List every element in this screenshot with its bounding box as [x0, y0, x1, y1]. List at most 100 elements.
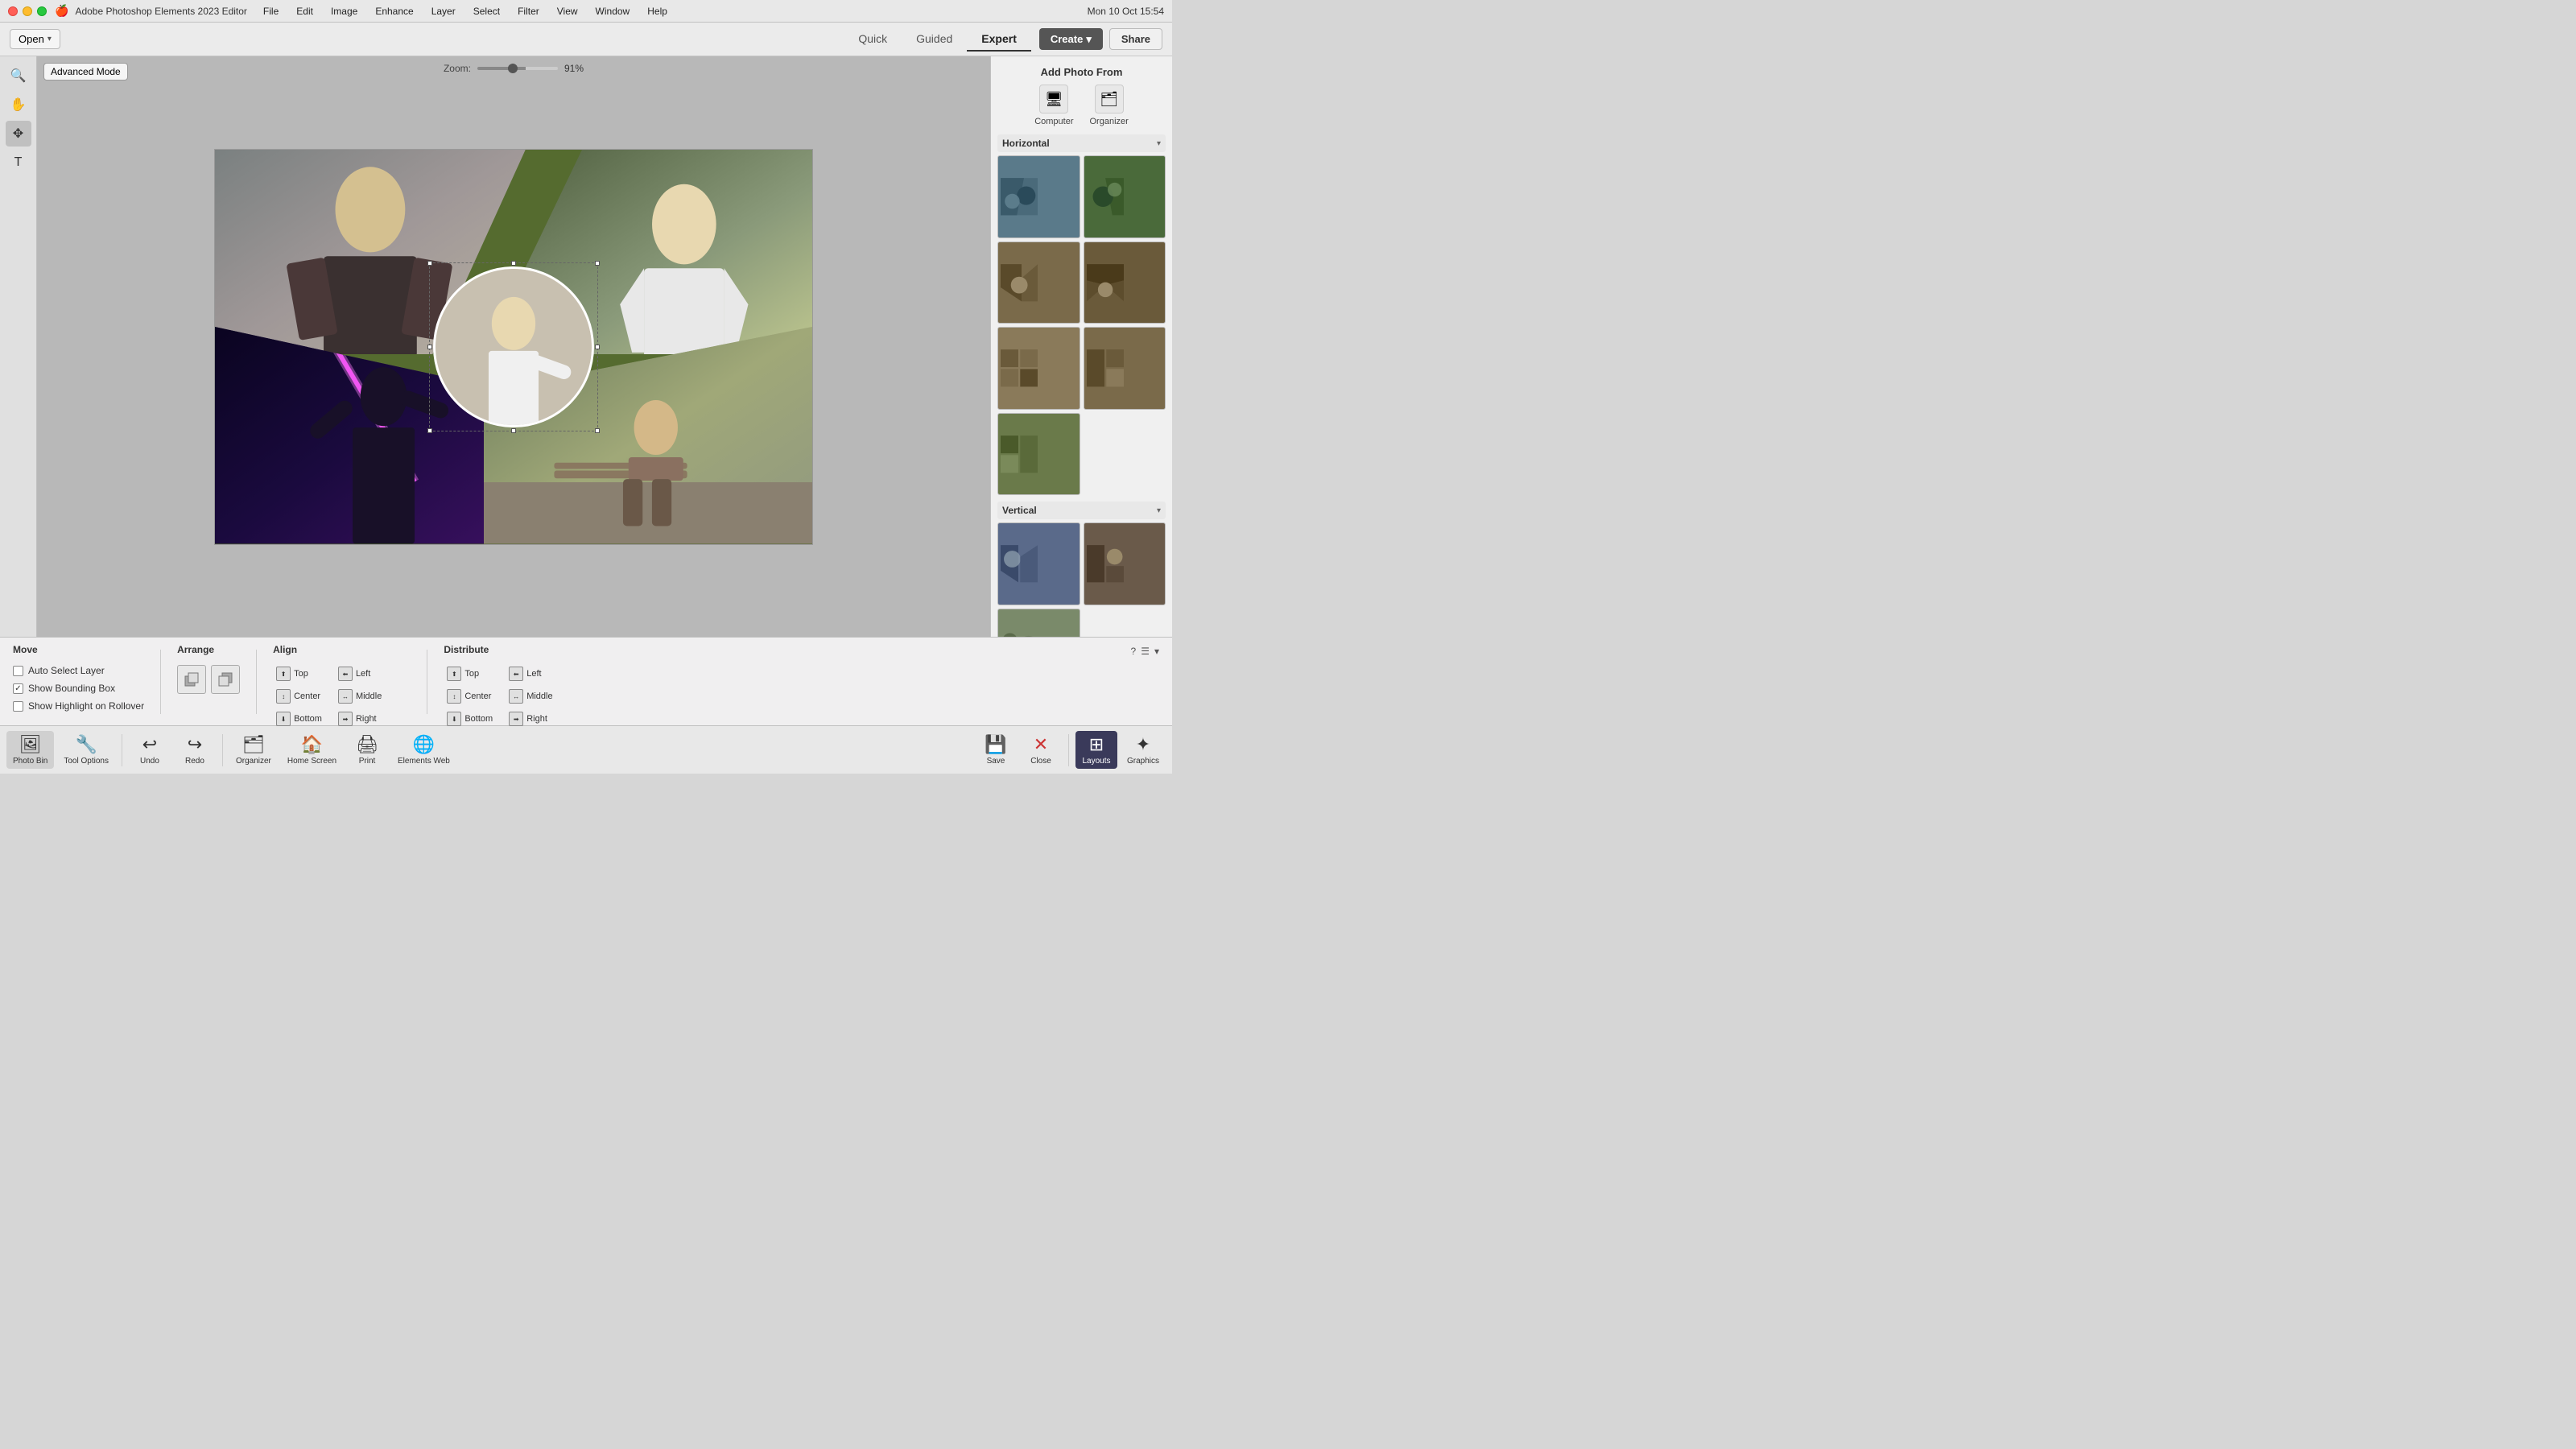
show-highlight-rollover-label: Show Highlight on Rollover	[28, 700, 144, 712]
dist-bottom-button[interactable]: ⬇ Bottom	[444, 710, 496, 728]
create-button[interactable]: Create ▾	[1039, 28, 1103, 50]
align-top-button[interactable]: ⬆ Top	[273, 665, 325, 683]
photo-canvas	[214, 149, 813, 545]
elements-web-button[interactable]: 🌐 Elements Web	[391, 731, 456, 769]
collage-section-center[interactable]	[433, 266, 594, 427]
main-toolbar: Open ▾ Quick Guided Expert Create ▾ Shar…	[0, 23, 1172, 56]
print-button[interactable]: 🖨 Print	[346, 731, 388, 769]
align-bottom-button[interactable]: ⬇ Bottom	[273, 710, 325, 728]
auto-select-layer-checkbox[interactable]	[13, 666, 23, 676]
align-left-button[interactable]: ⬅ Left	[335, 665, 385, 683]
layout-thumb-v3[interactable]	[997, 609, 1080, 638]
home-screen-icon: 🏠	[301, 734, 323, 755]
dist-top-button[interactable]: ⬆ Top	[444, 665, 496, 683]
maximize-window-button[interactable]	[37, 6, 47, 16]
tool-options-button[interactable]: 🔧 Tool Options	[57, 731, 115, 769]
dock-separator-2	[222, 734, 223, 766]
menu-layer[interactable]: Layer	[428, 4, 459, 19]
zoom-tool-button[interactable]: 🔍	[6, 63, 31, 89]
show-bounding-box-label: Show Bounding Box	[28, 683, 115, 694]
menu-help[interactable]: Help	[644, 4, 671, 19]
zoom-slider[interactable]	[477, 67, 558, 70]
menu-enhance[interactable]: Enhance	[372, 4, 416, 19]
hand-tool-button[interactable]: ✋	[6, 92, 31, 118]
open-button[interactable]: Open ▾	[10, 29, 60, 49]
align-right-icon: ➡	[338, 712, 353, 726]
home-screen-button[interactable]: 🏠 Home Screen	[281, 731, 343, 769]
align-right-button[interactable]: ➡ Right	[335, 710, 385, 728]
vertical-chevron-icon: ▾	[1157, 506, 1161, 515]
dist-middle-icon: ↔	[509, 689, 523, 704]
layout-thumb-4[interactable]	[1084, 242, 1166, 324]
layout-thumb-7[interactable]	[997, 413, 1080, 496]
dist-middle-button[interactable]: ↔ Middle	[506, 687, 555, 705]
layout-thumb-v2[interactable]	[1084, 522, 1166, 605]
show-bounding-box-checkbox[interactable]: ✓	[13, 683, 23, 694]
arrange-bring-front-button[interactable]	[177, 665, 206, 694]
align-center-v-button[interactable]: ↕ Center	[273, 687, 325, 705]
align-center-v-icon: ↕	[276, 689, 291, 704]
layouts-button[interactable]: ⊞ Layouts	[1075, 731, 1117, 769]
dist-center-button[interactable]: ↕ Center	[444, 687, 496, 705]
layout-thumb-1[interactable]	[997, 155, 1080, 238]
distribute-title: Distribute	[444, 644, 581, 655]
align-left-icon: ⬅	[338, 667, 353, 681]
minimize-window-button[interactable]	[23, 6, 32, 16]
organizer-icon: 🗂	[1095, 85, 1124, 114]
advanced-mode-button[interactable]: Advanced Mode	[43, 63, 128, 80]
close-button[interactable]: ✕ Close	[1020, 731, 1062, 769]
tab-guided[interactable]: Guided	[902, 27, 967, 52]
show-highlight-rollover-checkbox[interactable]	[13, 701, 23, 712]
layout-thumb-5[interactable]	[997, 327, 1080, 410]
horizontal-section-header[interactable]: Horizontal ▾	[997, 134, 1166, 152]
photo-bin-button[interactable]: 🖼 Photo Bin	[6, 731, 54, 769]
redo-button[interactable]: ↪ Redo	[174, 731, 216, 769]
menu-file[interactable]: File	[260, 4, 282, 19]
show-highlight-rollover-row[interactable]: Show Highlight on Rollover	[13, 700, 144, 712]
auto-select-layer-row[interactable]: Auto Select Layer	[13, 665, 144, 676]
arrange-send-back-button[interactable]	[211, 665, 240, 694]
layout-thumb-3[interactable]	[997, 242, 1080, 324]
arrange-icons	[177, 665, 240, 694]
text-tool-button[interactable]: T	[6, 150, 31, 175]
close-window-button[interactable]	[8, 6, 18, 16]
menu-window[interactable]: Window	[592, 4, 634, 19]
redo-icon: ↪	[188, 734, 202, 755]
computer-label: Computer	[1034, 117, 1073, 126]
distribute-section: Distribute ⬆ Top ⬅ Left ↕ Center ↔ Middl…	[444, 644, 581, 728]
menu-bar: File Edit Image Enhance Layer Select Fil…	[260, 4, 671, 19]
menu-filter[interactable]: Filter	[514, 4, 543, 19]
menu-select[interactable]: Select	[470, 4, 503, 19]
undo-button[interactable]: ↩ Undo	[129, 731, 171, 769]
menu-edit[interactable]: Edit	[293, 4, 316, 19]
dist-right-button[interactable]: ➡ Right	[506, 710, 555, 728]
align-middle-button[interactable]: ↔ Middle	[335, 687, 385, 705]
system-tray: Mon 10 Oct 15:54	[1088, 6, 1164, 17]
layout-thumb-6[interactable]	[1084, 327, 1166, 410]
layout-thumb-2[interactable]	[1084, 155, 1166, 238]
horizontal-layouts	[997, 155, 1166, 495]
menu-image[interactable]: Image	[328, 4, 361, 19]
tab-quick[interactable]: Quick	[844, 27, 902, 52]
expand-icon[interactable]: ▾	[1154, 646, 1159, 657]
tab-expert[interactable]: Expert	[967, 27, 1031, 52]
right-panel: Add Photo From 🖥 Computer 🗂 Organizer Ho…	[990, 56, 1172, 637]
help-icon[interactable]: ?	[1131, 646, 1137, 657]
share-button[interactable]: Share	[1109, 28, 1162, 50]
layout-thumb-v1[interactable]	[997, 522, 1080, 605]
graphics-button[interactable]: ✦ Graphics	[1121, 731, 1166, 769]
canvas-area: Advanced Mode Zoom: 91%	[37, 56, 990, 637]
computer-icon: 🖥	[1039, 85, 1068, 114]
list-icon[interactable]: ☰	[1141, 646, 1150, 657]
dist-left-button[interactable]: ⬅ Left	[506, 665, 555, 683]
vertical-section-header[interactable]: Vertical ▾	[997, 502, 1166, 519]
organizer-button[interactable]: 🗂 Organizer	[229, 731, 278, 769]
save-button[interactable]: 💾 Save	[975, 731, 1017, 769]
computer-source[interactable]: 🖥 Computer	[1034, 85, 1073, 126]
organizer-source[interactable]: 🗂 Organizer	[1090, 85, 1129, 126]
dist-right-icon: ➡	[509, 712, 523, 726]
titlebar: 🍎 Adobe Photoshop Elements 2023 Editor F…	[0, 0, 1172, 23]
show-bounding-box-row[interactable]: ✓ Show Bounding Box	[13, 683, 144, 694]
menu-view[interactable]: View	[554, 4, 581, 19]
move-tool-button[interactable]: ✥	[6, 121, 31, 147]
